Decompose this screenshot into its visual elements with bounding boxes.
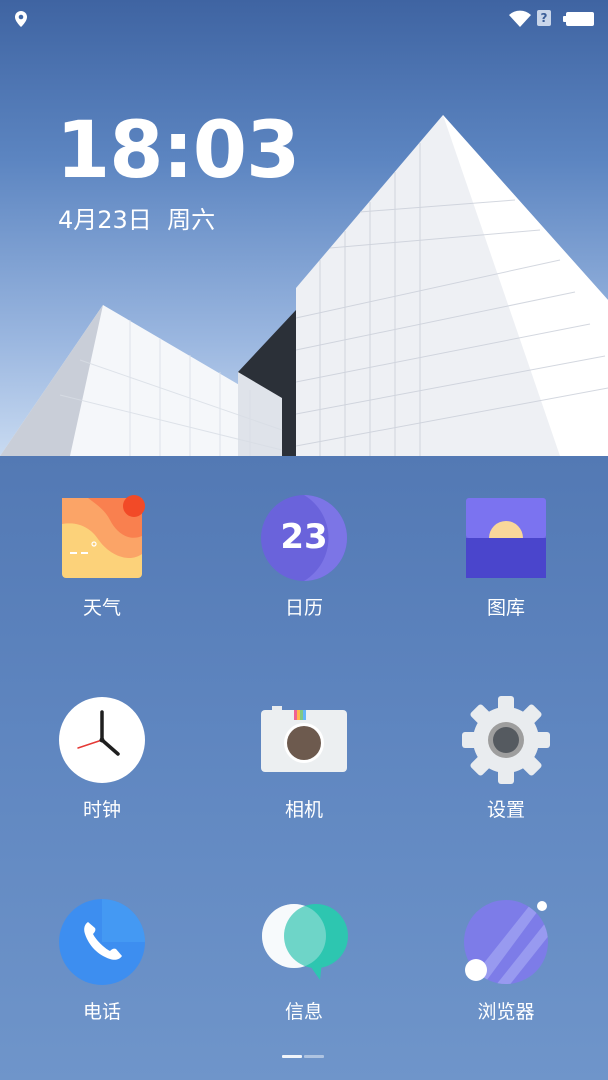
- app-gallery[interactable]: 图库: [426, 494, 586, 620]
- app-camera[interactable]: 相机: [224, 696, 384, 822]
- sim-status-icon: ?: [537, 10, 551, 26]
- app-browser[interactable]: 浏览器: [426, 898, 586, 1024]
- app-label: 浏览器: [477, 1001, 535, 1023]
- gear-icon: [462, 696, 550, 784]
- app-label: 天气: [82, 597, 121, 619]
- calendar-date-number: 23: [280, 517, 328, 557]
- battery-icon: [563, 12, 594, 26]
- weather-icon: [58, 494, 146, 582]
- camera-icon: [260, 696, 348, 784]
- app-label: 信息: [284, 1001, 323, 1023]
- location-pin-icon: [12, 10, 30, 32]
- app-label: 时钟: [82, 799, 121, 821]
- app-settings[interactable]: 设置: [426, 696, 586, 822]
- messages-icon: [260, 898, 348, 986]
- app-clock[interactable]: 时钟: [22, 696, 182, 822]
- status-bar: ?: [0, 0, 608, 36]
- page-indicator-current: [282, 1055, 302, 1058]
- wifi-icon: [508, 10, 532, 32]
- phone-icon: [58, 898, 146, 986]
- page-indicator-dot: [304, 1055, 324, 1058]
- app-label: 日历: [284, 597, 323, 619]
- gallery-icon: [462, 494, 550, 582]
- app-label: 相机: [284, 799, 323, 821]
- clock-icon: [58, 696, 146, 784]
- app-phone[interactable]: 电话: [22, 898, 182, 1024]
- app-label: 图库: [486, 597, 525, 619]
- page-indicator: [282, 1055, 324, 1058]
- app-label: 电话: [82, 1001, 121, 1023]
- app-calendar[interactable]: 23 日历: [224, 494, 384, 620]
- calendar-icon: 23: [260, 494, 348, 582]
- lockscreen-date: 4月23日 周六: [58, 206, 216, 234]
- app-weather[interactable]: 天气: [22, 494, 182, 620]
- lockscreen-time: 18:03: [56, 106, 300, 196]
- app-messages[interactable]: 信息: [224, 898, 384, 1024]
- browser-icon: [462, 898, 550, 986]
- app-label: 设置: [486, 799, 525, 821]
